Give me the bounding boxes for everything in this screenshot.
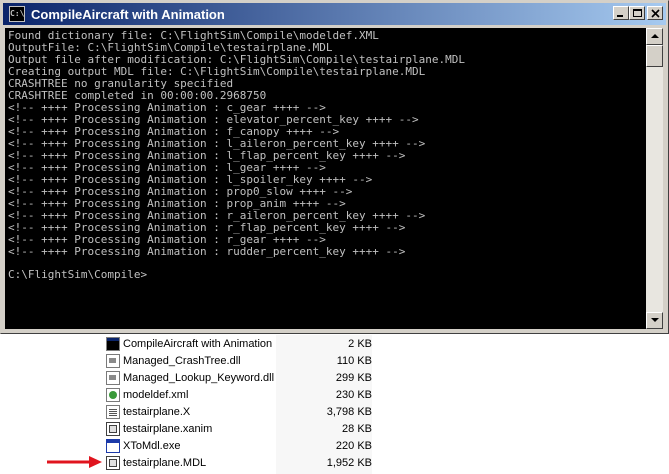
scroll-up-button[interactable] bbox=[646, 28, 663, 45]
exe-icon bbox=[106, 438, 120, 453]
text-file-icon bbox=[106, 404, 120, 419]
file-size: 1,952 KB bbox=[326, 456, 372, 469]
vertical-scrollbar[interactable] bbox=[646, 28, 663, 329]
file-name: testairplane.X bbox=[123, 405, 191, 418]
file-name: Managed_Lookup_Keyword.dll bbox=[123, 371, 275, 384]
file-row[interactable]: testairplane.X 3,798 KB bbox=[106, 403, 378, 420]
console-shortcut-icon bbox=[106, 336, 120, 351]
title-buttons bbox=[613, 6, 663, 20]
file-size: 110 KB bbox=[336, 354, 372, 367]
file-row[interactable]: testairplane.MDL 1,952 KB bbox=[106, 454, 378, 471]
close-icon bbox=[651, 9, 660, 18]
xml-icon bbox=[106, 387, 120, 402]
close-button[interactable] bbox=[647, 6, 663, 20]
file-name: XToMdl.exe bbox=[123, 439, 181, 452]
console-icon[interactable]: C:\ bbox=[9, 6, 25, 22]
file-name: testairplane.xanim bbox=[123, 422, 213, 435]
arrow-down-icon bbox=[651, 318, 659, 322]
command-prompt[interactable]: C:\FlightSim\Compile> bbox=[8, 269, 147, 281]
file-name: Managed_CrashTree.dll bbox=[123, 354, 241, 367]
file-size: 28 KB bbox=[342, 422, 372, 435]
file-size: 299 KB bbox=[335, 371, 372, 384]
document-icon bbox=[106, 421, 120, 436]
console-lines: Found dictionary file: C:\FlightSim\Comp… bbox=[8, 30, 465, 258]
minimize-icon bbox=[617, 15, 623, 17]
console-line: <!-- ++++ Processing Animation : rudder_… bbox=[8, 245, 406, 258]
file-row[interactable]: testairplane.xanim 28 KB bbox=[106, 420, 378, 437]
file-size: 220 KB bbox=[335, 439, 372, 452]
dll-icon bbox=[106, 370, 120, 385]
file-row[interactable]: Managed_Lookup_Keyword.dll 299 KB bbox=[106, 369, 378, 386]
minimize-button[interactable] bbox=[613, 6, 629, 20]
file-row[interactable]: CompileAircraft with Animation 2 KB bbox=[106, 335, 378, 352]
console-output[interactable]: Found dictionary file: C:\FlightSim\Comp… bbox=[5, 28, 646, 329]
file-name: testairplane.MDL bbox=[123, 456, 207, 469]
arrow-up-icon bbox=[651, 34, 659, 38]
file-size: 2 KB bbox=[348, 337, 372, 350]
window-title: CompileAircraft with Animation bbox=[31, 6, 225, 22]
file-row[interactable]: XToMdl.exe 220 KB bbox=[106, 437, 378, 454]
dll-icon bbox=[106, 353, 120, 368]
file-row[interactable]: modeldef.xml 230 KB bbox=[106, 386, 378, 403]
title-bar[interactable]: C:\ CompileAircraft with Animation bbox=[3, 3, 666, 25]
document-icon bbox=[106, 455, 120, 470]
maximize-button[interactable] bbox=[629, 6, 645, 20]
file-size: 230 KB bbox=[335, 388, 372, 401]
file-size: 3,798 KB bbox=[326, 405, 372, 418]
file-name: modeldef.xml bbox=[123, 388, 189, 401]
scroll-thumb[interactable] bbox=[646, 45, 663, 67]
maximize-icon bbox=[633, 9, 642, 17]
red-arrow-icon bbox=[47, 456, 102, 468]
file-name: CompileAircraft with Animation bbox=[123, 337, 273, 350]
file-row[interactable]: Managed_CrashTree.dll 110 KB bbox=[106, 352, 378, 369]
scroll-down-button[interactable] bbox=[646, 312, 663, 329]
file-list: CompileAircraft with Animation 2 KB Manage… bbox=[106, 335, 378, 471]
console-window: C:\ CompileAircraft with Animation Found… bbox=[0, 0, 669, 334]
